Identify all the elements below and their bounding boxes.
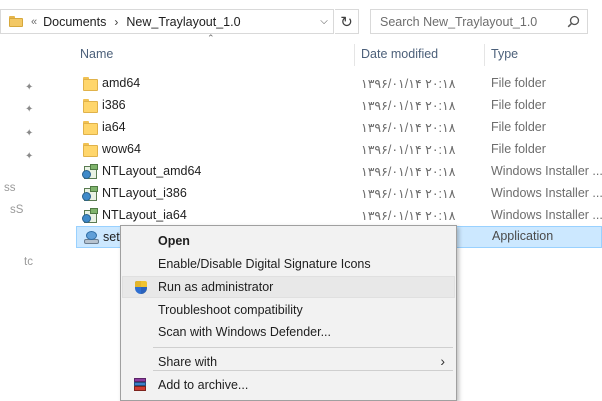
pin-icon: ✦ <box>25 128 34 139</box>
search-placeholder: Search New_Traylayout_1.0 <box>380 14 538 29</box>
file-name: i386 <box>102 98 126 112</box>
file-type: Windows Installer ... <box>491 164 602 178</box>
file-name: NTLayout_i386 <box>102 186 187 200</box>
winrar-icon <box>132 377 148 393</box>
pin-icon: ✦ <box>25 104 34 115</box>
file-row[interactable]: wow64 ۱۳۹۶/۰۱/۱۴ ۲۰:۱۸ File folder <box>76 139 602 161</box>
address-bar[interactable]: « Documents › New_Traylayout_1.0 <box>0 9 334 34</box>
column-header-name[interactable]: Name <box>80 47 113 71</box>
file-type: Windows Installer ... <box>491 208 602 222</box>
nav-item-fragment[interactable]: ss <box>4 182 16 194</box>
folder-icon <box>82 142 99 158</box>
file-type: Windows Installer ... <box>491 186 602 200</box>
refresh-button[interactable]: ↻ <box>335 9 359 34</box>
search-icon <box>567 15 580 28</box>
file-type: Application <box>492 229 554 243</box>
menu-separator <box>153 370 453 371</box>
setup-icon <box>83 230 100 246</box>
installer-icon <box>82 208 99 224</box>
file-name: ia64 <box>102 120 126 134</box>
overflow-chevron[interactable]: « <box>31 16 37 28</box>
refresh-icon: ↻ <box>340 13 353 31</box>
menu-item-open[interactable]: Open <box>122 230 455 252</box>
menu-item-label: Enable/Disable Digital Signature Icons <box>158 257 371 271</box>
file-row[interactable]: NTLayout_i386 ۱۳۹۶/۰۱/۱۴ ۲۰:۱۸ Windows I… <box>76 183 602 205</box>
file-type: File folder <box>491 98 546 112</box>
file-date: ۱۳۹۶/۰۱/۱۴ ۲۰:۱۸ <box>361 99 456 113</box>
menu-item-label: Share with <box>158 355 218 369</box>
chevron-right-icon: › <box>440 353 445 369</box>
folder-icon <box>9 16 23 27</box>
pin-icon: ✦ <box>25 82 34 93</box>
menu-item-label: Run as administrator <box>158 280 274 294</box>
file-row[interactable]: NTLayout_ia64 ۱۳۹۶/۰۱/۱۴ ۲۰:۱۸ Windows I… <box>76 205 602 227</box>
file-row[interactable]: i386 ۱۳۹۶/۰۱/۱۴ ۲۰:۱۸ File folder <box>76 95 602 117</box>
file-date: ۱۳۹۶/۰۱/۱۴ ۲۰:۱۸ <box>361 165 456 179</box>
file-row[interactable]: ia64 ۱۳۹۶/۰۱/۱۴ ۲۰:۱۸ File folder <box>76 117 602 139</box>
file-name: wow64 <box>102 142 141 156</box>
menu-separator <box>153 347 453 348</box>
chevron-right-icon[interactable]: › <box>114 15 118 29</box>
file-name: set <box>103 230 120 244</box>
file-row[interactable]: amd64 ۱۳۹۶/۰۱/۱۴ ۲۰:۱۸ File folder <box>76 73 602 95</box>
search-input[interactable]: Search New_Traylayout_1.0 <box>370 9 588 34</box>
file-type: File folder <box>491 76 546 90</box>
chevron-down-icon[interactable]: ⌵ <box>313 9 335 34</box>
file-date: ۱۳۹۶/۰۱/۱۴ ۲۰:۱۸ <box>361 187 456 201</box>
shield-icon <box>133 280 149 296</box>
installer-icon <box>82 186 99 202</box>
pin-icon: ✦ <box>25 151 34 162</box>
menu-item-troubleshoot[interactable]: Troubleshoot compatibility <box>122 299 455 321</box>
folder-icon <box>82 120 99 136</box>
folder-icon <box>82 98 99 114</box>
sort-ascending-icon: ⌃ <box>207 33 215 43</box>
menu-item-label: Troubleshoot compatibility <box>158 303 303 317</box>
column-header-date[interactable]: Date modified <box>361 47 438 71</box>
file-name: NTLayout_amd64 <box>102 164 202 178</box>
file-type: File folder <box>491 142 546 156</box>
menu-item-label: Scan with Windows Defender... <box>158 325 331 339</box>
column-divider[interactable] <box>484 44 485 66</box>
breadcrumb-documents[interactable]: Documents <box>43 15 106 29</box>
file-name: NTLayout_ia64 <box>102 208 187 222</box>
navigation-pane[interactable]: ss sS tc ✦ ✦ ✦ ✦ <box>0 42 52 401</box>
nav-item-fragment[interactable]: sS <box>10 204 23 216</box>
file-row[interactable]: NTLayout_amd64 ۱۳۹۶/۰۱/۱۴ ۲۰:۱۸ Windows … <box>76 161 602 183</box>
folder-icon <box>82 76 99 92</box>
context-menu: Open Enable/Disable Digital Signature Ic… <box>120 225 457 401</box>
menu-item-add-to-archive[interactable]: Add to archive... <box>122 374 455 396</box>
column-header-type[interactable]: Type <box>491 47 518 71</box>
menu-item-label: Open <box>158 234 190 248</box>
menu-item-digital-signature[interactable]: Enable/Disable Digital Signature Icons <box>122 253 455 275</box>
breadcrumb-current-folder[interactable]: New_Traylayout_1.0 <box>126 15 240 29</box>
column-divider[interactable] <box>354 44 355 66</box>
nav-item-fragment[interactable]: tc <box>24 256 33 268</box>
installer-icon <box>82 164 99 180</box>
address-row: « Documents › New_Traylayout_1.0 ⌵ ↻ Sea… <box>0 0 602 42</box>
file-type: File folder <box>491 120 546 134</box>
menu-item-run-as-administrator[interactable]: Run as administrator <box>122 276 455 298</box>
file-date: ۱۳۹۶/۰۱/۱۴ ۲۰:۱۸ <box>361 121 456 135</box>
file-date: ۱۳۹۶/۰۱/۱۴ ۲۰:۱۸ <box>361 143 456 157</box>
menu-item-label: Add to archive... <box>158 378 249 392</box>
file-date: ۱۳۹۶/۰۱/۱۴ ۲۰:۱۸ <box>361 77 456 91</box>
file-date: ۱۳۹۶/۰۱/۱۴ ۲۰:۱۸ <box>361 209 456 223</box>
menu-item-scan-defender[interactable]: Scan with Windows Defender... <box>122 321 455 343</box>
file-name: amd64 <box>102 76 141 90</box>
